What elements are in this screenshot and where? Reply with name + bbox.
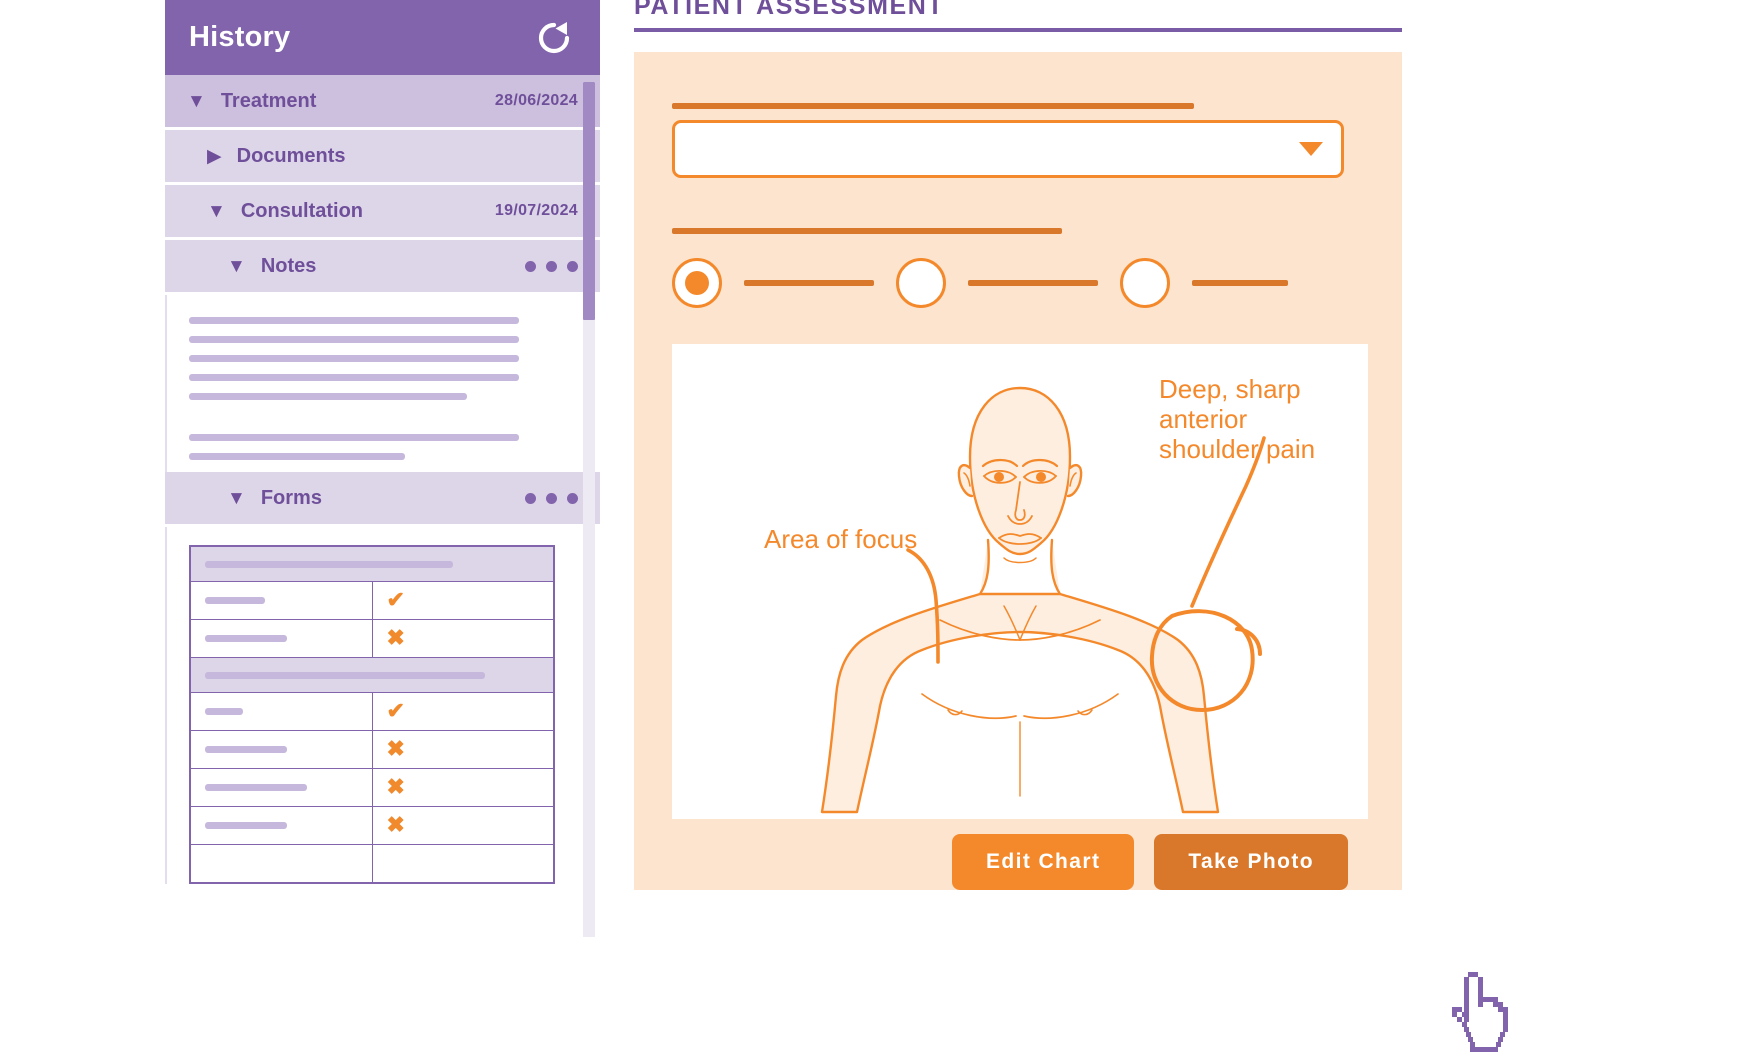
chevron-down-icon — [1299, 142, 1323, 156]
radio-option-2-label — [968, 280, 1098, 286]
sidebar-item-label: Treatment — [220, 89, 317, 112]
sidebar-item-label: Documents — [236, 144, 346, 167]
title-divider — [634, 28, 1402, 32]
status-check-icon: ✔ — [386, 698, 405, 723]
notes-content — [165, 295, 600, 472]
sidebar-item-label: Forms — [260, 486, 322, 509]
sidebar-item-date: 28/06/2024 — [494, 92, 578, 109]
table-row[interactable]: ✖ — [189, 806, 555, 845]
assessment-card: Deep, sharp anterior shoulder pain Area … — [634, 52, 1402, 890]
refresh-icon[interactable] — [532, 16, 576, 60]
annotation-area-of-focus: Area of focus — [764, 524, 918, 554]
radio-option-2[interactable] — [896, 258, 946, 308]
table-row[interactable]: ✔ — [189, 581, 555, 620]
sidebar-title: History — [189, 21, 291, 53]
take-photo-button[interactable]: Take Photo — [1154, 834, 1348, 890]
status-check-icon: ✔ — [386, 587, 405, 612]
radio-option-3-label — [1192, 280, 1288, 286]
radio-group — [672, 258, 1310, 308]
forms-table: ✔ ✖ ✔ ✖ ✖ ✖ — [189, 545, 555, 884]
status-cross-icon: ✖ — [386, 736, 405, 761]
notes-overflow-menu-icon[interactable] — [525, 260, 578, 272]
radio-option-3[interactable] — [1120, 258, 1170, 308]
select-field-label — [672, 103, 1194, 109]
chevron-right-icon: ▶ — [207, 145, 222, 167]
app-root: History ▼ Treatment 28/06/2024 ▶ Documen… — [0, 0, 1750, 1063]
status-cross-icon: ✖ — [386, 774, 405, 799]
sidebar-item-date: 19/07/2024 — [494, 202, 578, 219]
chevron-down-icon: ▼ — [227, 255, 246, 277]
sidebar-scrollbar-thumb[interactable] — [583, 82, 595, 320]
status-cross-icon: ✖ — [386, 812, 405, 837]
chevron-down-icon: ▼ — [207, 200, 226, 222]
sidebar-item-consultation[interactable]: ▼ Consultation 19/07/2024 — [165, 185, 600, 237]
forms-content: ✔ ✖ ✔ ✖ ✖ ✖ — [165, 527, 600, 884]
sidebar-item-label: Notes — [260, 254, 317, 277]
sidebar-item-forms[interactable]: ▼ Forms — [165, 472, 600, 524]
sidebar-item-notes[interactable]: ▼ Notes — [165, 240, 600, 292]
table-row[interactable]: ✖ — [189, 730, 555, 769]
table-row[interactable]: ✖ — [189, 619, 555, 658]
radio-option-1[interactable] — [672, 258, 722, 308]
forms-overflow-menu-icon[interactable] — [525, 492, 578, 504]
page-title: PATIENT ASSESSMENT — [634, 0, 945, 20]
sidebar-item-documents[interactable]: ▶ Documents — [165, 130, 600, 182]
chart-actions: Edit Chart Take Photo — [952, 834, 1348, 890]
sidebar-header: History — [165, 0, 600, 75]
assessment-select[interactable] — [672, 120, 1344, 178]
sidebar-item-label: Consultation — [240, 199, 364, 222]
radio-group-label — [672, 228, 1062, 234]
patient-assessment-panel: PATIENT ASSESSMENT Deep, sharp anterior … — [634, 0, 1402, 890]
annotation-shoulder-pain: Deep, sharp anterior shoulder pain — [1159, 374, 1316, 464]
sidebar-item-treatment[interactable]: ▼ Treatment 28/06/2024 — [165, 75, 600, 127]
chevron-down-icon: ▼ — [227, 487, 246, 509]
table-group-row — [189, 657, 555, 693]
pointing-hand-cursor — [1452, 966, 1524, 1063]
table-group-row — [189, 545, 555, 582]
table-row[interactable] — [189, 844, 555, 884]
edit-chart-button[interactable]: Edit Chart — [952, 834, 1135, 890]
history-sidebar: History ▼ Treatment 28/06/2024 ▶ Documen… — [165, 0, 600, 945]
body-chart-canvas[interactable]: Deep, sharp anterior shoulder pain Area … — [672, 344, 1368, 819]
chevron-down-icon: ▼ — [187, 90, 206, 112]
radio-option-1-label — [744, 280, 874, 286]
table-row[interactable]: ✖ — [189, 768, 555, 807]
status-cross-icon: ✖ — [386, 625, 405, 650]
table-row[interactable]: ✔ — [189, 692, 555, 731]
